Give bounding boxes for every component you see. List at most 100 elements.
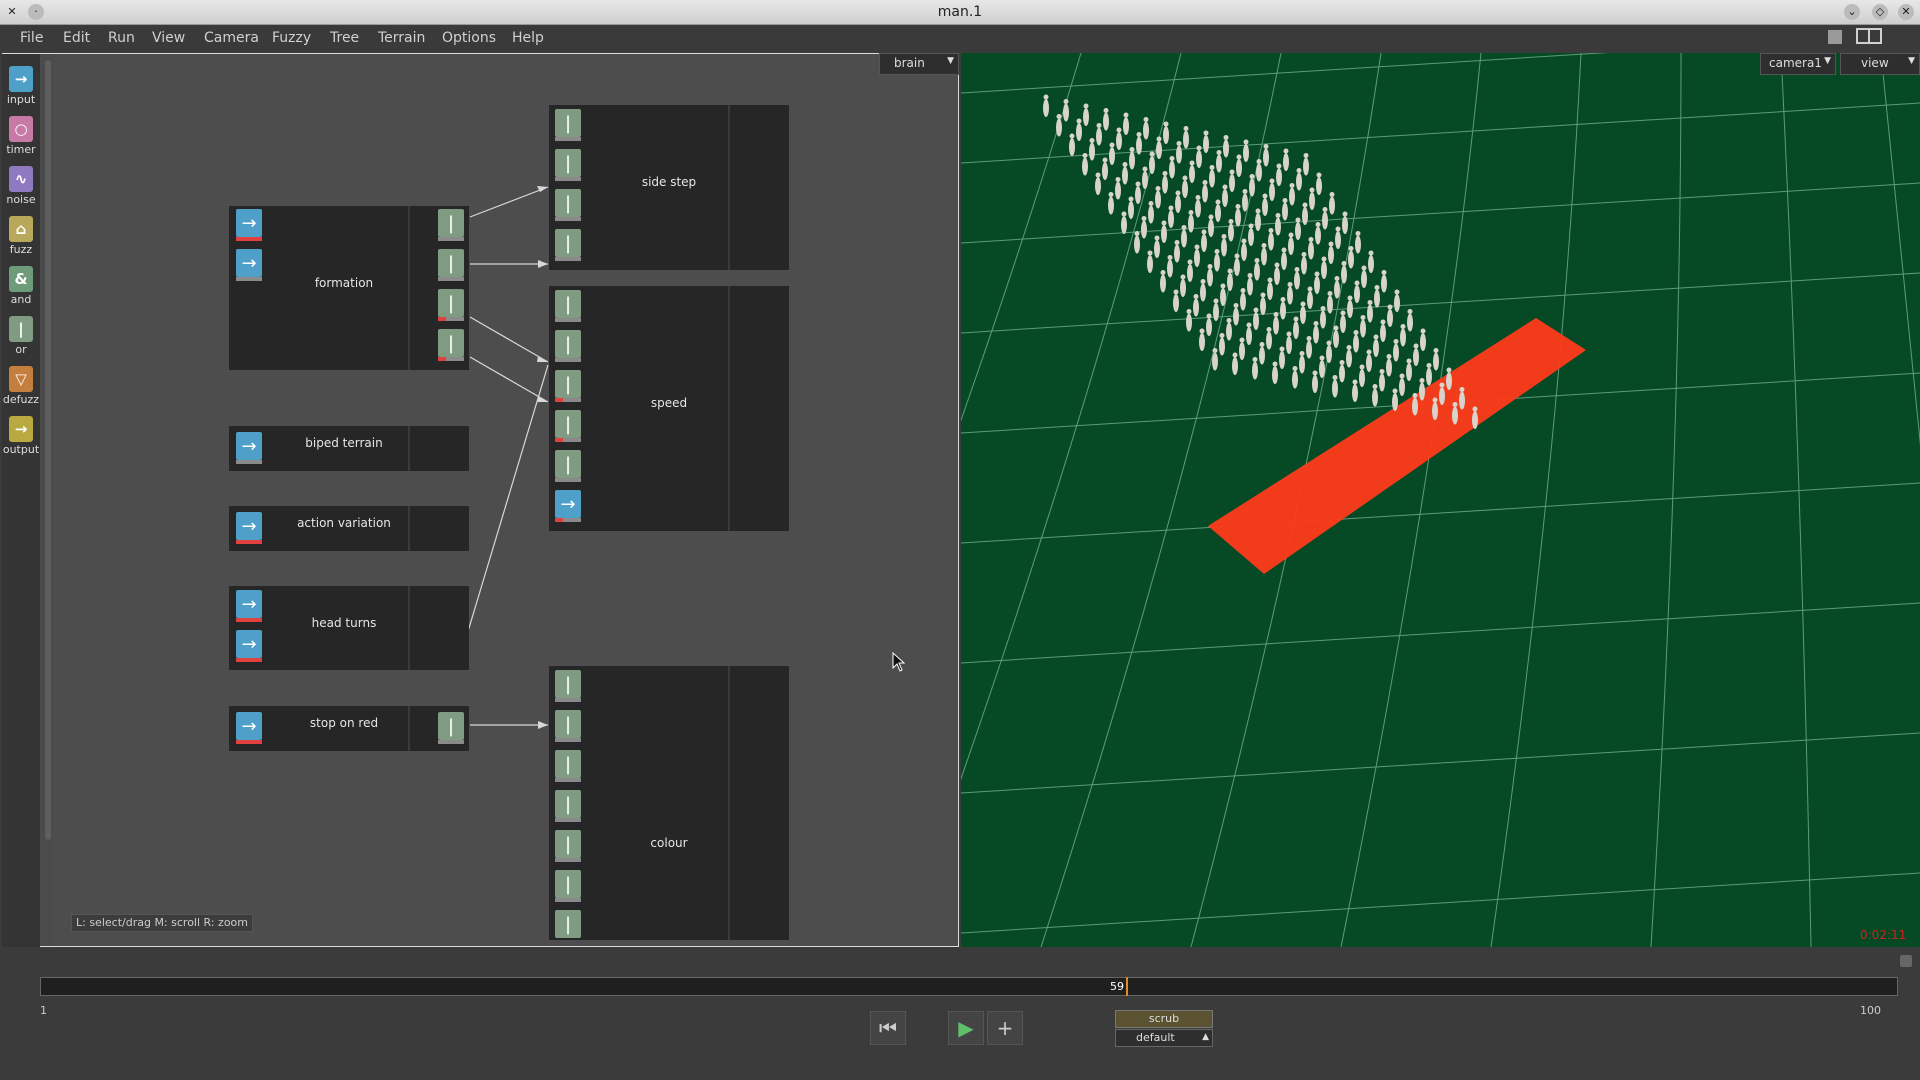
3d-viewport[interactable] xyxy=(961,53,1920,947)
agent-head xyxy=(1263,194,1268,199)
agent-head xyxy=(1261,293,1266,298)
agent-figure xyxy=(1253,312,1259,330)
output-port[interactable]: | xyxy=(438,289,464,321)
agent-head xyxy=(1176,191,1181,196)
playhead[interactable] xyxy=(1126,977,1128,996)
agent-head xyxy=(1229,219,1234,224)
agent-head xyxy=(1314,321,1319,326)
rule-port[interactable]: | xyxy=(555,790,581,822)
rule-port[interactable]: | xyxy=(555,910,581,942)
node-formation[interactable]: → → formation | | | | xyxy=(229,206,469,370)
node-stop-on-red[interactable]: → stop on red | xyxy=(229,706,469,751)
view-selector[interactable]: view ▼ xyxy=(1840,53,1920,75)
input-port[interactable]: → xyxy=(236,249,262,281)
output-port[interactable]: | xyxy=(438,712,464,744)
agent-figure xyxy=(1252,362,1258,380)
agent-figure xyxy=(1214,254,1220,272)
agent-figure xyxy=(1314,276,1320,294)
agent-figure xyxy=(1254,263,1260,281)
node-colour[interactable]: | | | | | | | colour xyxy=(549,666,789,940)
agent-figure xyxy=(1156,141,1162,159)
agent-head xyxy=(1190,161,1195,166)
minimize-icon[interactable]: ⌄ xyxy=(1844,4,1860,20)
chevron-up-icon: ▲ xyxy=(1202,1030,1209,1045)
wire xyxy=(457,365,548,668)
input-port[interactable]: → xyxy=(236,712,262,744)
scrub-button[interactable]: scrub xyxy=(1115,1010,1213,1028)
agent-head xyxy=(1330,192,1335,197)
agent-head xyxy=(1473,407,1478,412)
agent-head xyxy=(1116,177,1121,182)
rule-port[interactable]: | xyxy=(555,229,581,261)
node-side-step[interactable]: | | | | side step xyxy=(549,105,789,270)
node-speed[interactable]: | | | | | → speed xyxy=(549,286,789,531)
agent-figure xyxy=(1348,251,1354,269)
node-head-turns[interactable]: → → head turns xyxy=(229,586,469,670)
rewind-button[interactable]: ⏮ xyxy=(870,1011,906,1045)
agent-figure xyxy=(1148,206,1154,224)
agent-figure xyxy=(1407,314,1413,332)
agent-figure xyxy=(1069,138,1075,156)
timeline-track[interactable] xyxy=(40,977,1898,996)
single-view-icon[interactable] xyxy=(1828,30,1842,44)
agent-head xyxy=(1223,185,1228,190)
plus-icon: + xyxy=(997,1016,1014,1040)
maximize-icon[interactable]: ◇ xyxy=(1872,4,1888,20)
agent-figure xyxy=(1083,108,1089,126)
rule-port[interactable]: | xyxy=(555,830,581,862)
node-divider xyxy=(728,286,730,531)
arrow-right-icon: → xyxy=(236,512,262,540)
agent-head xyxy=(1248,273,1253,278)
output-port[interactable]: | xyxy=(438,209,464,241)
port-bar xyxy=(555,738,581,742)
agent-head xyxy=(1122,212,1127,217)
node-divider xyxy=(408,706,410,751)
agent-figure xyxy=(1274,267,1280,285)
input-port[interactable]: → xyxy=(236,512,262,544)
close-icon[interactable]: ✕ xyxy=(1898,4,1914,20)
port-bar xyxy=(555,858,581,862)
input-port[interactable]: → xyxy=(236,630,262,662)
split-view-icon[interactable] xyxy=(1856,28,1882,44)
agent-head xyxy=(1109,192,1114,197)
output-port[interactable]: | xyxy=(438,329,464,361)
agent-figure xyxy=(1293,321,1299,339)
agent-figure xyxy=(1187,264,1193,282)
rule-port[interactable]: | xyxy=(555,870,581,902)
agent-head xyxy=(1313,371,1318,376)
agent-figure xyxy=(1303,158,1309,176)
rule-port[interactable]: | xyxy=(555,330,581,362)
rule-port[interactable]: | xyxy=(555,750,581,782)
rule-port[interactable]: | xyxy=(555,189,581,221)
node-title: formation xyxy=(289,276,399,290)
playback-mode-selector[interactable]: default ▲ xyxy=(1115,1029,1213,1047)
rule-port[interactable]: | xyxy=(555,370,581,402)
step-button[interactable]: + xyxy=(987,1011,1023,1045)
rule-port[interactable]: | xyxy=(555,710,581,742)
agent-figure xyxy=(1301,257,1307,275)
port-bar xyxy=(555,478,581,482)
agent-head xyxy=(1168,255,1173,260)
node-biped-terrain[interactable]: → biped terrain xyxy=(229,426,469,471)
input-port[interactable]: → xyxy=(236,209,262,241)
camera-selector[interactable]: camera1 ▼ xyxy=(1760,53,1836,75)
port-bar xyxy=(555,398,581,402)
node-action-variation[interactable]: → action variation xyxy=(229,506,469,551)
output-port[interactable]: | xyxy=(438,249,464,281)
lock-icon[interactable] xyxy=(1900,955,1912,967)
rule-port[interactable]: | xyxy=(555,149,581,181)
rule-port[interactable]: | xyxy=(555,109,581,141)
input-port[interactable]: → xyxy=(236,590,262,622)
rule-port[interactable]: | xyxy=(555,450,581,482)
rule-port[interactable]: | xyxy=(555,290,581,322)
agent-head xyxy=(1253,357,1258,362)
input-port[interactable]: → xyxy=(236,432,262,464)
port-bar xyxy=(555,358,581,362)
agent-figure xyxy=(1206,318,1212,336)
rule-port[interactable]: | xyxy=(555,670,581,702)
rule-port[interactable]: | xyxy=(555,410,581,442)
play-button[interactable]: ▶ xyxy=(948,1011,984,1045)
agent-figure xyxy=(1268,233,1274,251)
current-frame: 59 xyxy=(1110,980,1124,993)
input-port[interactable]: → xyxy=(555,490,581,522)
